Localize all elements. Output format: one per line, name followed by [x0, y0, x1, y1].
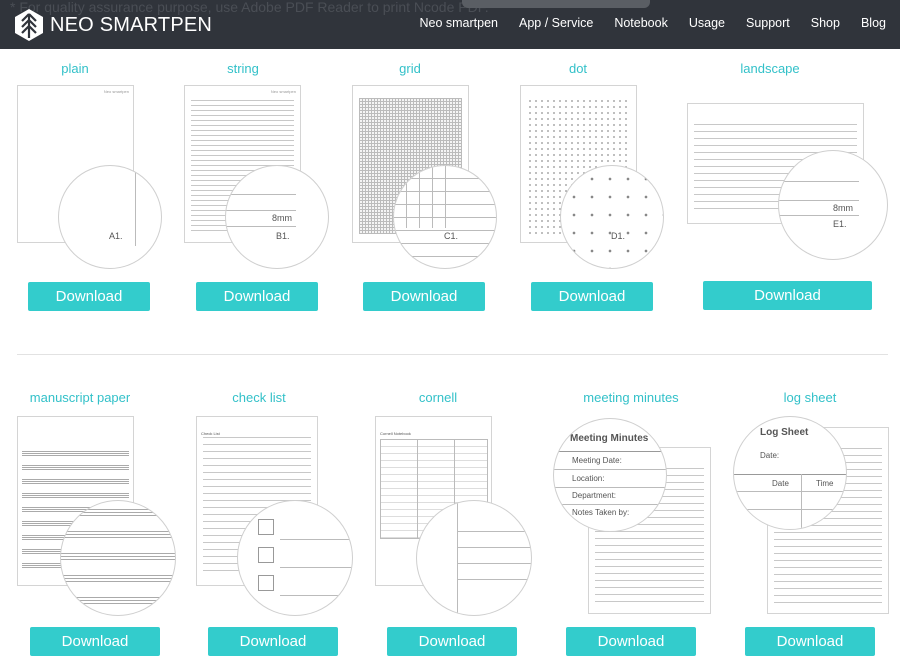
- plain-zoom-circle: A1.: [58, 165, 162, 269]
- download-plain-button[interactable]: Download: [28, 282, 150, 311]
- column-date: Date: [772, 479, 789, 488]
- download-grid-button[interactable]: Download: [363, 282, 485, 311]
- meeting-minutes-heading: Meeting Minutes: [570, 433, 649, 444]
- template-title-checklist: check list: [232, 390, 286, 405]
- field-location: Location:: [572, 474, 605, 483]
- template-title-plain: plain: [61, 61, 89, 76]
- nav-notebook[interactable]: Notebook: [614, 16, 668, 30]
- cornell-zoom-circle: [416, 500, 532, 616]
- template-title-grid: grid: [399, 61, 421, 76]
- line-spacing-label: 8mm: [833, 203, 853, 213]
- template-title-cornell: cornell: [418, 390, 458, 405]
- paper-code: D1.: [611, 231, 626, 241]
- field-notes-taken-by: Notes Taken by:: [572, 508, 630, 517]
- template-title-manuscript: manuscript paper: [29, 390, 131, 405]
- paper-code: C1.: [444, 231, 459, 241]
- log-date-label: Date:: [760, 451, 780, 460]
- nav-app-service[interactable]: App / Service: [519, 16, 593, 30]
- nav-usage[interactable]: Usage: [689, 16, 725, 30]
- neo-logo-icon: [15, 9, 43, 41]
- template-title-log-sheet: log sheet: [783, 390, 837, 405]
- field-meeting-date: Meeting Date:: [572, 456, 622, 465]
- template-title-landscape: landscape: [740, 61, 800, 76]
- cornell-heading: Cornell Notebook: [380, 431, 411, 436]
- nav-shop[interactable]: Shop: [811, 16, 840, 30]
- brand-name: NEO SMARTPEN: [50, 13, 213, 36]
- nav-neo-smartpen[interactable]: Neo smartpen: [419, 16, 498, 30]
- download-checklist-button[interactable]: Download: [208, 627, 338, 656]
- scroll-overlay: [462, 0, 650, 8]
- template-title-dot: dot: [568, 61, 588, 76]
- top-navbar: * For quality assurance purpose, use Ado…: [0, 0, 900, 49]
- log-sheet-heading: Log Sheet: [760, 427, 809, 438]
- paper-code: B1.: [276, 231, 290, 241]
- grid-zoom-circle: C1.: [393, 165, 497, 269]
- nav-support[interactable]: Support: [746, 16, 790, 30]
- field-department: Department:: [572, 491, 617, 500]
- nav-blog[interactable]: Blog: [861, 16, 886, 30]
- landscape-zoom-circle: 8mm E1.: [778, 150, 888, 260]
- download-dot-button[interactable]: Download: [531, 282, 653, 311]
- main-nav: Neo smartpen App / Service Notebook Usag…: [419, 16, 886, 30]
- template-title-meeting-minutes: meeting minutes: [583, 390, 679, 405]
- template-title-string: string: [227, 61, 259, 76]
- download-meeting-minutes-button[interactable]: Download: [566, 627, 696, 656]
- string-zoom-circle: 8mm B1.: [225, 165, 329, 269]
- column-time: Time: [816, 479, 834, 488]
- brand-logo[interactable]: NEO SMARTPEN: [14, 8, 212, 42]
- log-sheet-zoom-circle: Log Sheet Date: Date Time: [733, 416, 847, 530]
- paper-brand: Neo smartpen: [103, 89, 129, 94]
- download-cornell-button[interactable]: Download: [387, 627, 517, 656]
- line-spacing-label: 8mm: [272, 213, 292, 223]
- checklist-zoom-circle: [237, 500, 353, 616]
- paper-code: A1.: [109, 231, 123, 241]
- dot-zoom-circle: D1.: [560, 165, 664, 269]
- download-log-sheet-button[interactable]: Download: [745, 627, 875, 656]
- section-divider: [17, 354, 888, 355]
- download-landscape-button[interactable]: Download: [703, 281, 872, 310]
- paper-brand: Neo smartpen: [270, 89, 296, 94]
- download-string-button[interactable]: Download: [196, 282, 318, 311]
- checklist-heading: Check List: [201, 431, 220, 436]
- paper-code: E1.: [833, 219, 847, 229]
- meeting-minutes-zoom-circle: Meeting Minutes Meeting Date: Location: …: [553, 418, 667, 532]
- manuscript-zoom-circle: [60, 500, 176, 616]
- download-manuscript-button[interactable]: Download: [30, 627, 160, 656]
